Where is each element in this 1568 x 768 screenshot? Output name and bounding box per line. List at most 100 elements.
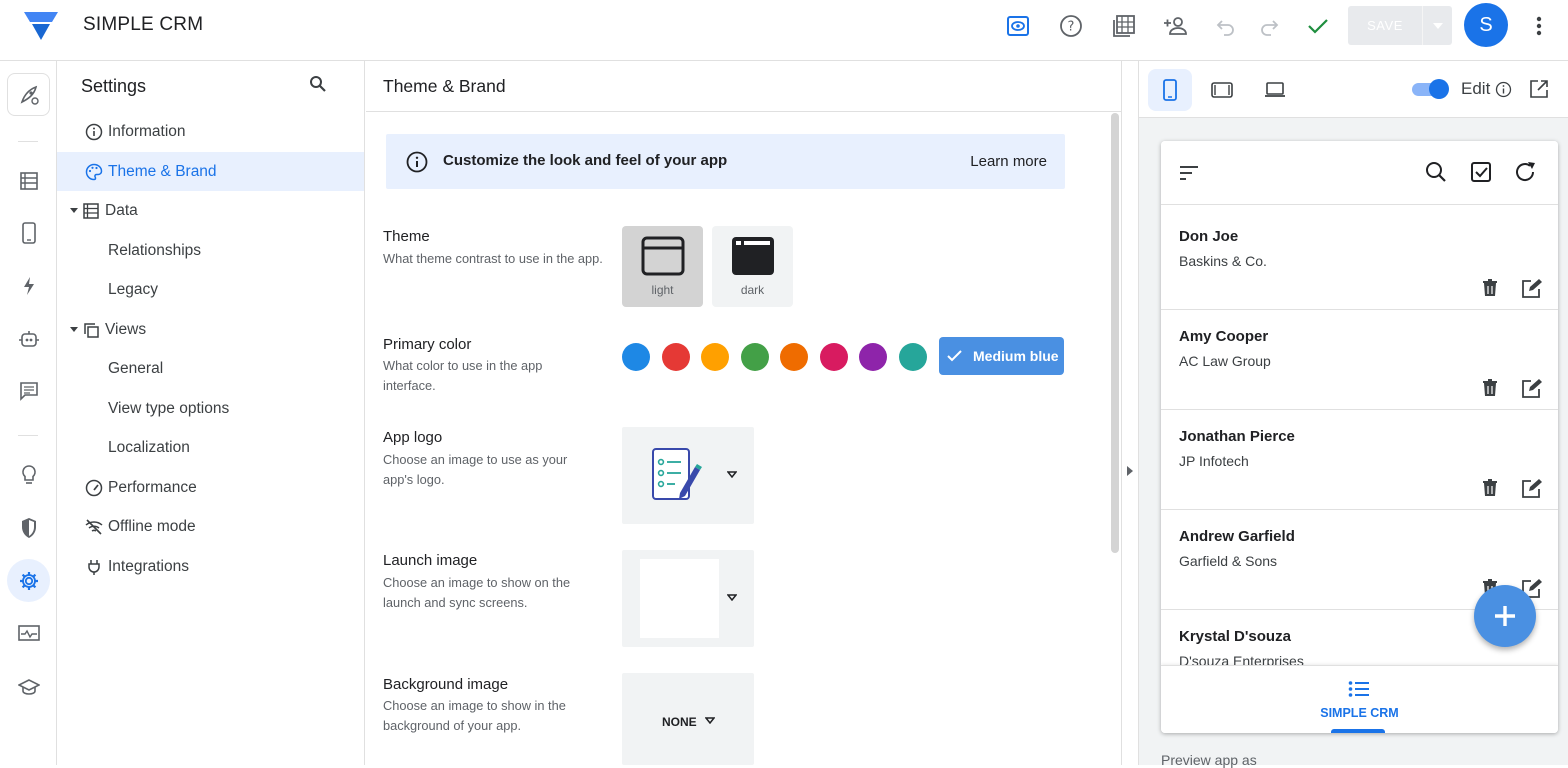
theme-description: What theme contrast to use in the app. bbox=[383, 251, 603, 266]
nav-item-relationships[interactable]: Relationships bbox=[57, 231, 364, 270]
background-image-picker[interactable]: NONE bbox=[622, 673, 754, 765]
list-item[interactable]: Jonathan Pierce JP Infotech bbox=[1161, 410, 1558, 510]
content-scrollbar[interactable] bbox=[1111, 113, 1119, 553]
open-in-new-icon[interactable] bbox=[1529, 79, 1549, 99]
rail-settings-gear-icon[interactable] bbox=[7, 559, 50, 602]
contact-company: Baskins & Co. bbox=[1179, 253, 1267, 269]
edit-toggle[interactable] bbox=[1410, 79, 1450, 99]
nav-item-performance[interactable]: Performance bbox=[57, 468, 364, 507]
nav-item-views[interactable]: Views bbox=[57, 310, 364, 349]
light-window-icon bbox=[641, 236, 684, 276]
contact-company: Garfield & Sons bbox=[1179, 553, 1278, 569]
rail-rocket-icon[interactable] bbox=[7, 73, 50, 116]
contact-company: AC Law Group bbox=[1179, 353, 1271, 369]
rail-bot-icon[interactable] bbox=[7, 317, 50, 360]
rail-phone-icon[interactable] bbox=[7, 211, 50, 254]
nav-item-legacy[interactable]: Legacy bbox=[57, 270, 364, 309]
avatar[interactable]: S bbox=[1464, 3, 1508, 47]
edit-icon[interactable] bbox=[1521, 478, 1543, 498]
color-swatch-amber[interactable] bbox=[701, 343, 729, 371]
edit-icon[interactable] bbox=[1521, 278, 1543, 298]
primary-color-description: What color to use in the app interface. bbox=[383, 358, 543, 393]
nav-item-view-type-options[interactable]: View type options bbox=[57, 389, 364, 428]
more-vert-icon[interactable] bbox=[1526, 13, 1552, 39]
laptop-device-icon[interactable] bbox=[1253, 69, 1297, 111]
nav-item-information[interactable]: Information bbox=[57, 112, 364, 151]
app-logo-picker[interactable] bbox=[622, 427, 754, 524]
tablet-device-icon[interactable] bbox=[1200, 69, 1244, 111]
learn-more-link[interactable]: Learn more bbox=[970, 153, 1047, 170]
save-dropdown-button[interactable] bbox=[1422, 6, 1452, 45]
add-user-icon[interactable] bbox=[1163, 13, 1189, 39]
nav-item-label: Performance bbox=[108, 478, 197, 496]
theme-option-dark[interactable]: dark bbox=[712, 226, 793, 307]
info-banner: Customize the look and feel of your app … bbox=[386, 134, 1065, 189]
list-item[interactable]: Amy Cooper AC Law Group bbox=[1161, 310, 1558, 410]
color-swatch-purple[interactable] bbox=[859, 343, 887, 371]
rail-lightbulb-icon[interactable] bbox=[7, 453, 50, 496]
wifi-off-icon bbox=[84, 518, 104, 536]
table-grid-icon[interactable] bbox=[1111, 13, 1137, 39]
settings-nav: Settings Information Theme & Brand Data … bbox=[57, 61, 365, 765]
search-icon[interactable] bbox=[309, 75, 327, 93]
rail-monitor-icon[interactable] bbox=[7, 612, 50, 655]
rail-chat-icon[interactable] bbox=[7, 369, 50, 412]
nav-item-label: General bbox=[108, 359, 164, 377]
preview-bottom-nav[interactable]: SIMPLE CRM bbox=[1161, 665, 1558, 733]
nav-item-label: Theme & Brand bbox=[108, 162, 217, 180]
nav-item-data[interactable]: Data bbox=[57, 191, 364, 230]
background-image-label: Background image bbox=[383, 676, 509, 693]
contact-name: Jonathan Pierce bbox=[1179, 428, 1295, 445]
mobile-device-icon[interactable] bbox=[1148, 69, 1192, 111]
redo-icon[interactable] bbox=[1256, 13, 1282, 39]
theme-option-light[interactable]: light bbox=[622, 226, 703, 307]
appsheet-logo-icon[interactable] bbox=[22, 10, 60, 42]
theme-option-label: light bbox=[651, 283, 674, 297]
active-tab-indicator bbox=[1331, 729, 1385, 733]
sort-menu-icon bbox=[1180, 166, 1198, 180]
palette-icon bbox=[84, 163, 104, 181]
select-checkbox-icon bbox=[1471, 162, 1491, 182]
nav-item-integrations[interactable]: Integrations bbox=[57, 547, 364, 586]
nav-item-localization[interactable]: Localization bbox=[57, 428, 364, 467]
color-swatch-red[interactable] bbox=[662, 343, 690, 371]
caret-down-icon[interactable] bbox=[67, 327, 81, 332]
list-item[interactable]: Don Joe Baskins & Co. bbox=[1161, 210, 1558, 310]
info-icon[interactable] bbox=[1495, 81, 1512, 98]
nav-item-general[interactable]: General bbox=[57, 349, 364, 388]
edit-label: Edit bbox=[1461, 79, 1491, 98]
launch-image-picker[interactable] bbox=[622, 550, 754, 647]
left-rail bbox=[0, 61, 57, 765]
undo-icon[interactable] bbox=[1213, 13, 1239, 39]
panel-splitter[interactable] bbox=[1121, 61, 1139, 765]
info-icon bbox=[84, 123, 104, 141]
color-swatch-teal[interactable] bbox=[899, 343, 927, 371]
nav-item-theme-brand[interactable]: Theme & Brand bbox=[57, 152, 364, 191]
rail-shield-icon[interactable] bbox=[7, 506, 50, 549]
color-swatch-pink[interactable] bbox=[820, 343, 848, 371]
rail-school-icon[interactable] bbox=[7, 665, 50, 708]
help-icon[interactable]: ? bbox=[1058, 13, 1084, 39]
save-button[interactable]: SAVE bbox=[1348, 6, 1422, 45]
sync-refresh-icon bbox=[1516, 162, 1535, 181]
nav-item-offline-mode[interactable]: Offline mode bbox=[57, 507, 364, 546]
table-icon bbox=[81, 202, 101, 220]
color-swatch-orange[interactable] bbox=[780, 343, 808, 371]
selected-color-chip[interactable]: Medium blue bbox=[939, 337, 1064, 375]
preview-eye-icon[interactable] bbox=[1005, 13, 1031, 39]
rail-bolt-icon[interactable] bbox=[7, 264, 50, 307]
delete-icon[interactable] bbox=[1480, 378, 1500, 398]
color-swatch-blue[interactable] bbox=[622, 343, 650, 371]
caret-down-icon[interactable] bbox=[67, 208, 81, 213]
color-swatch-green[interactable] bbox=[741, 343, 769, 371]
check-icon[interactable] bbox=[1305, 13, 1331, 39]
dropdown-caret-icon bbox=[727, 594, 737, 601]
selected-color-label: Medium blue bbox=[973, 348, 1059, 364]
rail-data-icon[interactable] bbox=[7, 159, 50, 202]
add-fab-button[interactable] bbox=[1474, 585, 1536, 647]
delete-icon[interactable] bbox=[1480, 278, 1500, 298]
delete-icon[interactable] bbox=[1480, 478, 1500, 498]
edit-icon[interactable] bbox=[1521, 378, 1543, 398]
contact-name: Andrew Garfield bbox=[1179, 528, 1295, 545]
launch-image-preview bbox=[640, 559, 719, 638]
